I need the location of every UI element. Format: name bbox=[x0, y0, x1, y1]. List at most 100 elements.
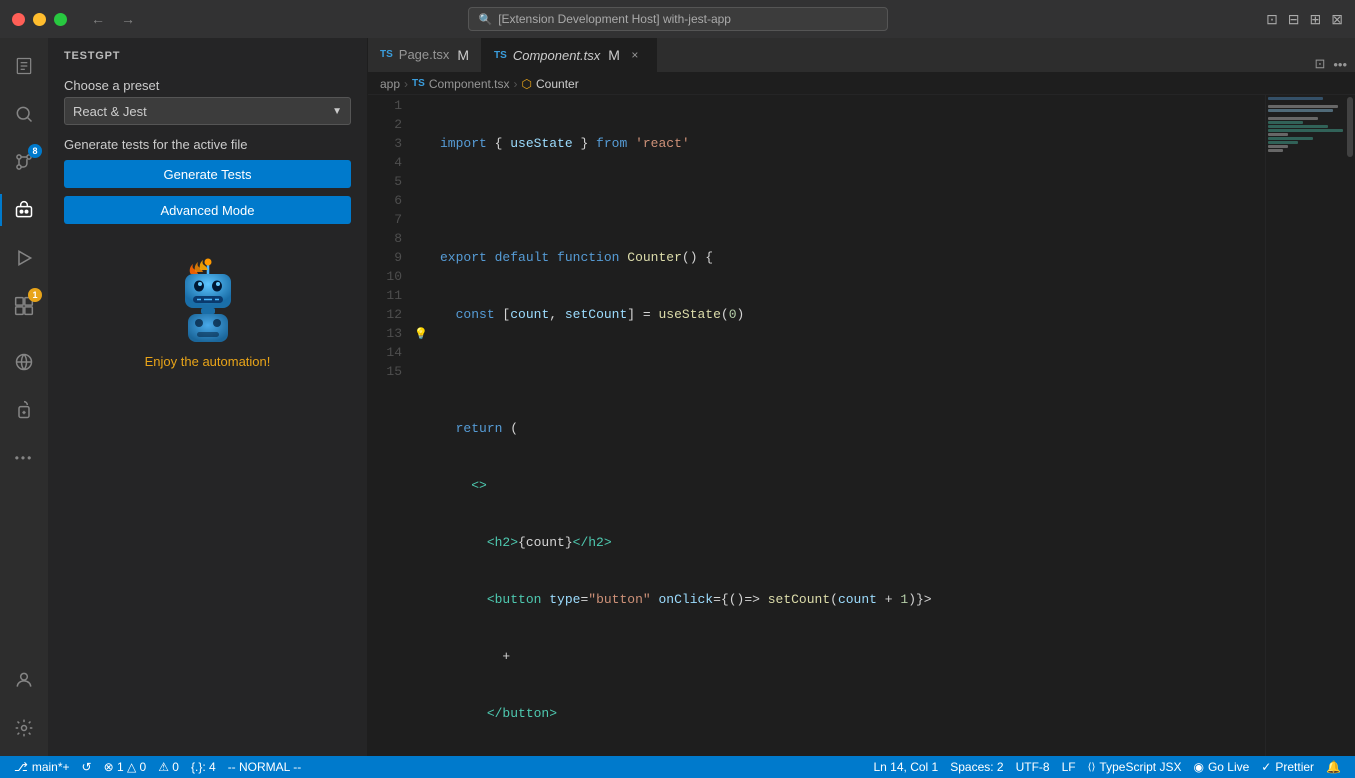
activity-bar: 8 1 ••• bbox=[0, 38, 48, 756]
status-position[interactable]: Ln 14, Col 1 bbox=[868, 760, 945, 774]
status-eol[interactable]: LF bbox=[1056, 760, 1082, 774]
more-actions-icon[interactable]: ••• bbox=[1333, 57, 1347, 72]
minimize-button[interactable] bbox=[33, 13, 46, 26]
robot-caption: Enjoy the automation! bbox=[145, 354, 271, 369]
bell-icon: 🔔 bbox=[1326, 760, 1341, 774]
prettier-text: Prettier bbox=[1275, 760, 1314, 774]
split-editor-icon[interactable]: ⊡ bbox=[1266, 11, 1278, 28]
back-arrow[interactable]: ← bbox=[87, 9, 109, 29]
command-palette[interactable]: 🔍 [Extension Development Host] with-jest… bbox=[468, 7, 888, 31]
code-line-9: <button type="button" onClick={()=> setC… bbox=[432, 590, 1265, 609]
position-text: Ln 14, Col 1 bbox=[874, 760, 939, 774]
golive-text: Go Live bbox=[1208, 760, 1249, 774]
status-vim-mode: -- NORMAL -- bbox=[222, 756, 308, 778]
activity-extensions[interactable]: 1 bbox=[0, 282, 48, 330]
titlebar: ← → 🔍 [Extension Development Host] with-… bbox=[0, 0, 1355, 38]
toggle-sidebar-icon[interactable]: ⊟ bbox=[1288, 11, 1300, 28]
titlebar-right: ⊡ ⊟ ⊞ ⊠ bbox=[1266, 11, 1343, 28]
errors-text: ⊗ 1 △ 0 bbox=[104, 760, 147, 774]
status-warnings[interactable]: ⚠ 0 bbox=[152, 756, 185, 778]
tab-close-button[interactable]: × bbox=[626, 46, 644, 64]
tab-modified-dot: M bbox=[608, 47, 620, 63]
activity-debug[interactable] bbox=[0, 386, 48, 434]
status-notifications[interactable]: 🔔 bbox=[1320, 760, 1347, 774]
code-line-11: </button> bbox=[432, 704, 1265, 723]
status-bar: ⎇ main*+ ↺ ⊗ 1 △ 0 ⚠ 0 {.}: 4 -- NORMAL … bbox=[0, 756, 1355, 778]
preset-dropdown[interactable]: React & Jest ▼ bbox=[64, 97, 351, 125]
activity-settings[interactable] bbox=[0, 704, 48, 752]
tab-component-tsx[interactable]: TS Component.tsx M × bbox=[482, 38, 657, 72]
status-encoding[interactable]: UTF-8 bbox=[1010, 760, 1056, 774]
breadcrumb-symbol[interactable]: Counter bbox=[536, 77, 579, 91]
language-text: TypeScript JSX bbox=[1099, 760, 1181, 774]
breadcrumb-file[interactable]: Component.tsx bbox=[429, 77, 510, 91]
minimap bbox=[1265, 95, 1345, 756]
status-problems[interactable]: {.}: 4 bbox=[185, 756, 222, 778]
search-icon: 🔍 bbox=[479, 13, 493, 26]
status-language[interactable]: ⟨⟩ TypeScript JSX bbox=[1082, 760, 1188, 774]
tab-page-tsx[interactable]: TS Page.tsx M bbox=[368, 38, 482, 72]
breadcrumb-ts-icon: TS bbox=[412, 78, 425, 89]
language-icon: ⟨⟩ bbox=[1088, 762, 1096, 773]
window-controls bbox=[12, 13, 67, 26]
preset-value: React & Jest bbox=[73, 104, 147, 119]
line-numbers: 1 2 3 4 5 6 7 8 9 10 11 12 13 14 15 bbox=[368, 95, 410, 756]
toggle-panel-icon[interactable]: ⊞ bbox=[1310, 11, 1322, 28]
status-spaces[interactable]: Spaces: 2 bbox=[944, 760, 1009, 774]
advanced-mode-button[interactable]: Advanced Mode bbox=[64, 196, 351, 224]
status-prettier[interactable]: ✓ Prettier bbox=[1255, 760, 1320, 774]
status-right: Ln 14, Col 1 Spaces: 2 UTF-8 LF ⟨⟩ TypeS… bbox=[868, 760, 1348, 774]
code-line-3: export default function Counter() { bbox=[432, 248, 1265, 267]
breadcrumb-sep1: › bbox=[404, 77, 408, 91]
code-content[interactable]: import { useState } from 'react' export … bbox=[432, 95, 1265, 756]
maximize-button[interactable] bbox=[54, 13, 67, 26]
robot-illustration bbox=[163, 256, 253, 346]
activity-explorer[interactable] bbox=[0, 42, 48, 90]
tab-modified-dot: M bbox=[457, 47, 469, 63]
warnings-text: ⚠ 0 bbox=[158, 760, 179, 774]
breadcrumb: app › TS Component.tsx › ⬡ Counter bbox=[368, 73, 1355, 95]
activity-more[interactable]: ••• bbox=[0, 434, 48, 482]
status-branch[interactable]: ⎇ main*+ bbox=[8, 756, 76, 778]
activity-run[interactable] bbox=[0, 234, 48, 282]
sidebar-title: TESTGPT bbox=[48, 38, 367, 70]
status-sync[interactable]: ↺ bbox=[76, 756, 98, 778]
sync-icon: ↺ bbox=[82, 760, 92, 774]
branch-name: main*+ bbox=[32, 760, 70, 774]
scrollbar[interactable] bbox=[1345, 95, 1355, 756]
status-golive[interactable]: ◉ Go Live bbox=[1187, 760, 1255, 774]
git-branch-icon: ⎇ bbox=[14, 760, 28, 774]
generate-section: Generate tests for the active file Gener… bbox=[64, 137, 351, 224]
status-errors[interactable]: ⊗ 1 △ 0 bbox=[98, 756, 153, 778]
scrollbar-thumb[interactable] bbox=[1347, 97, 1353, 157]
activity-testgpt[interactable] bbox=[0, 186, 48, 234]
code-line-6: return ( bbox=[432, 419, 1265, 438]
sidebar-content: Choose a preset React & Jest ▼ Generate … bbox=[48, 70, 367, 756]
preset-label: Choose a preset bbox=[64, 78, 351, 93]
scm-badge: 8 bbox=[28, 144, 42, 158]
spaces-text: Spaces: 2 bbox=[950, 760, 1003, 774]
generate-tests-button[interactable]: Generate Tests bbox=[64, 160, 351, 188]
activity-scm[interactable]: 8 bbox=[0, 138, 48, 186]
code-editor-body[interactable]: 1 2 3 4 5 6 7 8 9 10 11 12 13 14 15 bbox=[368, 95, 1355, 756]
main-layout: 8 1 ••• TESTGPT bbox=[0, 38, 1355, 756]
vim-mode-text: -- NORMAL -- bbox=[228, 760, 302, 774]
robot-area: Enjoy the automation! bbox=[145, 256, 271, 369]
code-line-7: <> bbox=[432, 476, 1265, 495]
breadcrumb-app[interactable]: app bbox=[380, 77, 400, 91]
code-line-10: + bbox=[432, 647, 1265, 666]
search-text: [Extension Development Host] with-jest-a… bbox=[498, 12, 731, 26]
problems-text: {.}: 4 bbox=[191, 760, 216, 774]
code-line-4: const [count, setCount] = useState(0) bbox=[432, 305, 1265, 324]
tab-label: Component.tsx bbox=[513, 48, 600, 63]
close-button[interactable] bbox=[12, 13, 25, 26]
activity-account[interactable] bbox=[0, 656, 48, 704]
nav-controls: ← → bbox=[87, 9, 139, 29]
gutter: 💡 bbox=[410, 95, 432, 756]
breadcrumb-symbol-icon: ⬡ bbox=[522, 77, 532, 91]
forward-arrow[interactable]: → bbox=[117, 9, 139, 29]
activity-remote[interactable] bbox=[0, 338, 48, 386]
split-editor-right-icon[interactable]: ⊡ bbox=[1314, 56, 1325, 72]
activity-search[interactable] bbox=[0, 90, 48, 138]
customize-layout-icon[interactable]: ⊠ bbox=[1331, 11, 1343, 28]
